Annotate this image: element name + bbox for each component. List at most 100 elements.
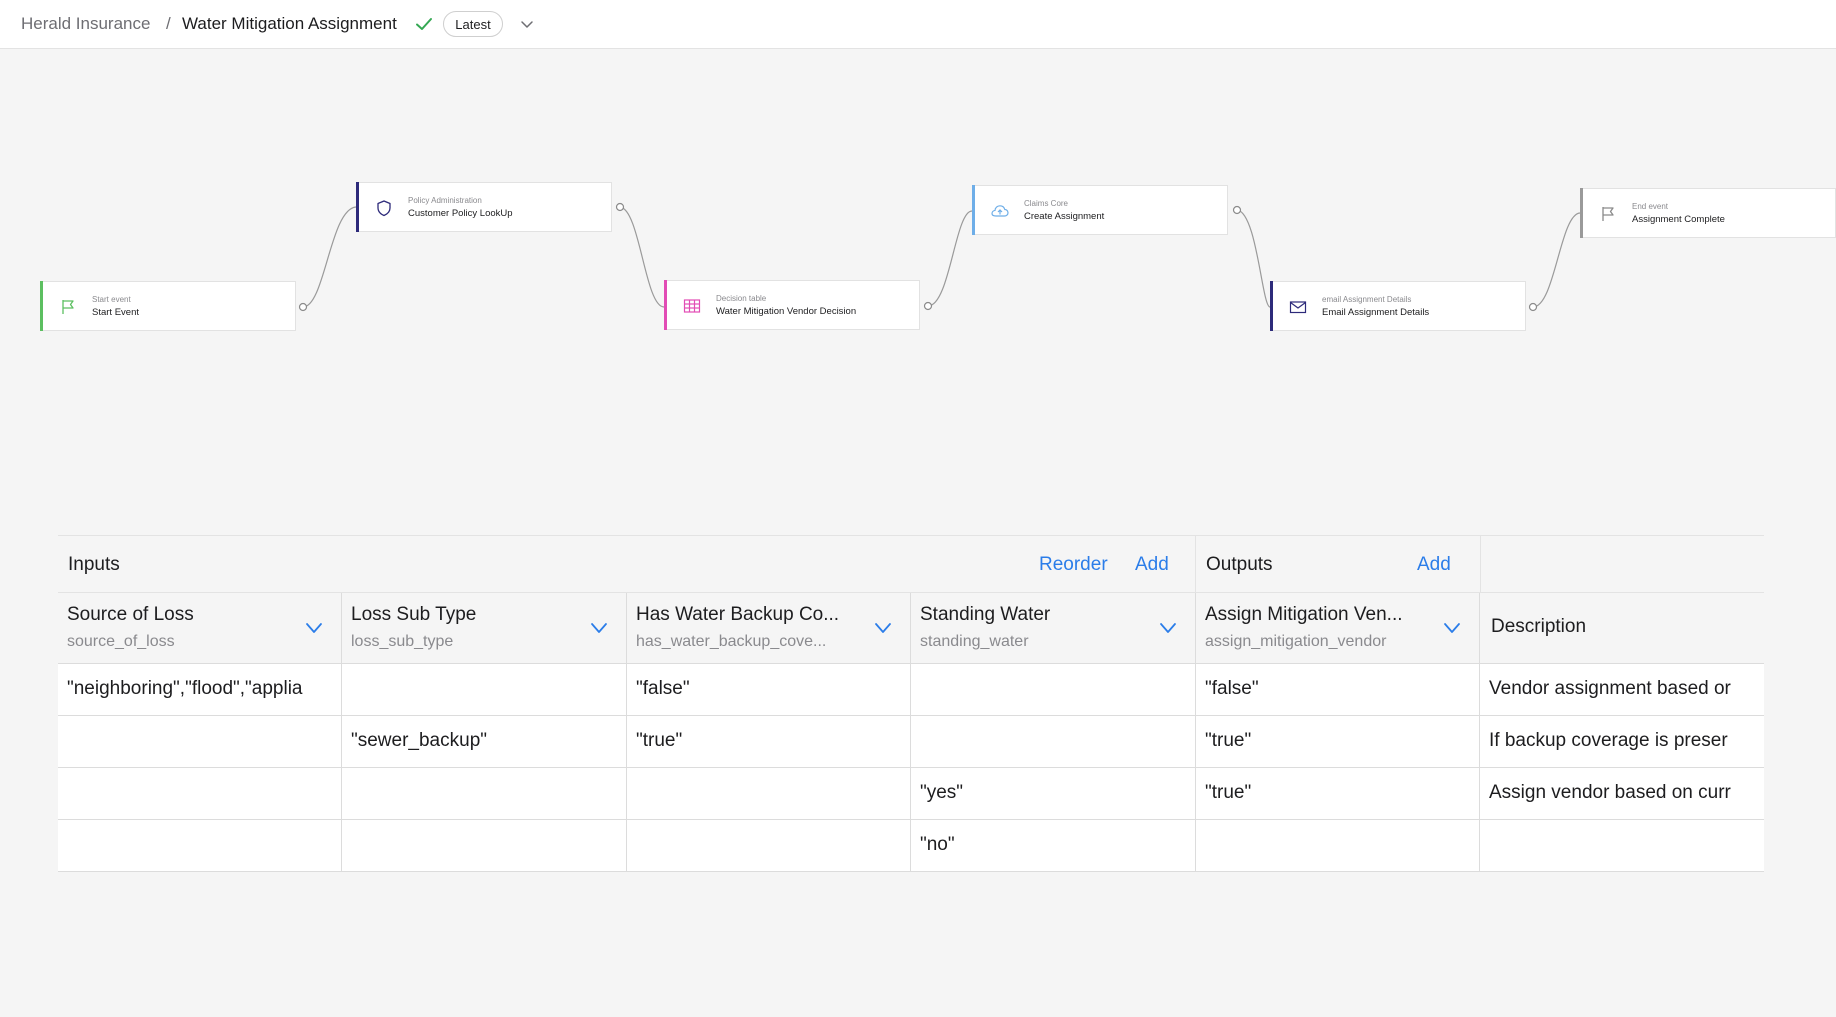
table-row: "neighboring","flood","applia "false" "f… — [58, 664, 1764, 716]
cell-value: If backup coverage is preser — [1489, 730, 1728, 751]
column-header-row: Source of Loss source_of_loss Loss Sub T… — [58, 593, 1764, 664]
shield-icon — [377, 200, 391, 217]
node-accent-bar — [40, 281, 43, 331]
check-icon — [416, 18, 432, 30]
node-type: Decision table — [716, 294, 767, 303]
node-name: Customer Policy LookUp — [408, 208, 513, 219]
node-accent-bar — [1270, 281, 1273, 331]
table-cell[interactable]: "false" — [1196, 664, 1480, 715]
cell-value: "false" — [1205, 678, 1259, 699]
table-cell[interactable] — [58, 768, 342, 819]
table-cell[interactable] — [911, 664, 1196, 715]
node-type: Start event — [92, 295, 131, 304]
node-accent-bar — [664, 280, 667, 330]
column-header-loss-sub-type[interactable]: Loss Sub Type loss_sub_type — [342, 593, 627, 663]
table-cell[interactable] — [58, 716, 342, 767]
table-cell[interactable]: "true" — [1196, 716, 1480, 767]
cell-value: "no" — [920, 834, 955, 855]
flow-node-email-details[interactable]: email Assignment Details Email Assignmen… — [1270, 281, 1526, 331]
node-type: email Assignment Details — [1322, 295, 1412, 304]
table-cell[interactable]: "false" — [627, 664, 911, 715]
table-cell[interactable]: Assign vendor based on curr — [1480, 768, 1764, 819]
chevron-down-icon[interactable] — [1159, 619, 1177, 637]
table-cell[interactable] — [1480, 820, 1764, 871]
table-cell[interactable]: Vendor assignment based or — [1480, 664, 1764, 715]
column-header-source-of-loss[interactable]: Source of Loss source_of_loss — [58, 593, 342, 663]
table-cell[interactable] — [58, 820, 342, 871]
node-accent-bar — [356, 182, 359, 232]
flow-node-policy-lookup[interactable]: Policy Administration Customer Policy Lo… — [356, 182, 612, 232]
flow-node-start[interactable]: Start event Start Event — [40, 281, 296, 331]
cell-value: "sewer_backup" — [351, 730, 488, 751]
table-cell[interactable]: "true" — [1196, 768, 1480, 819]
chevron-down-icon[interactable] — [305, 619, 323, 637]
breadcrumb-separator: / — [166, 14, 171, 33]
table-cell[interactable] — [1196, 820, 1480, 871]
table-row: "no" — [58, 820, 1764, 872]
table-row: "yes" "true" Assign vendor based on curr — [58, 768, 1764, 820]
table-cell[interactable]: "sewer_backup" — [342, 716, 627, 767]
column-name: Description — [1491, 616, 1587, 637]
inputs-section: Inputs Reorder Add — [58, 536, 1196, 592]
node-accent-bar — [1580, 188, 1583, 238]
table-section-header: Inputs Reorder Add Outputs Add — [58, 536, 1764, 593]
outputs-title: Outputs — [1206, 554, 1273, 575]
column-header-assign-mitigation-vendor[interactable]: Assign Mitigation Ven... assign_mitigati… — [1196, 593, 1480, 663]
cell-value: Vendor assignment based or — [1489, 678, 1731, 699]
table-cell[interactable]: If backup coverage is preser — [1480, 716, 1764, 767]
column-expression: standing_water — [920, 633, 1029, 650]
decision-table: Inputs Reorder Add Outputs Add Source of… — [58, 535, 1764, 872]
top-bar: Herald Insurance / Water Mitigation Assi… — [0, 0, 1836, 49]
column-name: Loss Sub Type — [351, 604, 477, 625]
cell-value: "true" — [636, 730, 683, 751]
table-cell[interactable]: "yes" — [911, 768, 1196, 819]
column-expression: has_water_backup_cove... — [636, 633, 827, 650]
cell-value: "true" — [1205, 782, 1252, 803]
table-cell[interactable] — [342, 768, 627, 819]
column-name: Source of Loss — [67, 604, 194, 625]
chevron-down-icon[interactable] — [519, 16, 535, 32]
flow-canvas[interactable]: Start event Start Event Policy Administr… — [0, 49, 1836, 519]
version-badge[interactable]: Latest — [443, 11, 503, 37]
table-cell[interactable]: "neighboring","flood","applia — [58, 664, 342, 715]
chevron-down-icon[interactable] — [874, 619, 892, 637]
node-name: Water Mitigation Vendor Decision — [716, 306, 857, 317]
cell-value: Assign vendor based on curr — [1489, 782, 1731, 803]
add-input-button[interactable]: Add — [1135, 554, 1169, 576]
cell-value: "true" — [1205, 730, 1252, 751]
table-cell[interactable] — [342, 664, 627, 715]
node-name: Assignment Complete — [1632, 214, 1725, 225]
table-cell[interactable] — [342, 820, 627, 871]
chevron-down-icon[interactable] — [1443, 619, 1461, 637]
node-accent-bar — [972, 185, 975, 235]
breadcrumb-root[interactable]: Herald Insurance — [21, 14, 150, 34]
node-type: Policy Administration — [408, 196, 482, 205]
cell-value: "yes" — [920, 782, 964, 803]
flow-node-end[interactable]: End event Assignment Complete — [1580, 188, 1836, 238]
flag-icon — [62, 300, 74, 314]
column-name: Assign Mitigation Ven... — [1205, 604, 1403, 625]
table-cell[interactable]: "true" — [627, 716, 911, 767]
flow-node-decision-table[interactable]: Decision table Water Mitigation Vendor D… — [664, 280, 920, 330]
cloud-icon — [991, 205, 1009, 217]
cell-value: "neighboring","flood","applia — [67, 678, 303, 699]
cell-value: "false" — [636, 678, 690, 699]
column-expression: source_of_loss — [67, 633, 175, 650]
table-cell[interactable] — [911, 716, 1196, 767]
column-header-description: Description — [1480, 593, 1764, 663]
column-header-standing-water[interactable]: Standing Water standing_water — [911, 593, 1196, 663]
chevron-down-icon[interactable] — [590, 619, 608, 637]
node-name: Email Assignment Details — [1322, 307, 1430, 318]
column-expression: assign_mitigation_vendor — [1205, 633, 1387, 650]
table-cell[interactable]: "no" — [911, 820, 1196, 871]
column-expression: loss_sub_type — [351, 633, 454, 650]
add-output-button[interactable]: Add — [1417, 554, 1451, 576]
table-cell[interactable] — [627, 768, 911, 819]
column-header-has-water-backup[interactable]: Has Water Backup Co... has_water_backup_… — [627, 593, 911, 663]
flow-node-create-assignment[interactable]: Claims Core Create Assignment — [972, 185, 1228, 235]
reorder-button[interactable]: Reorder — [1039, 554, 1108, 576]
table-icon — [683, 299, 701, 313]
table-cell[interactable] — [627, 820, 911, 871]
node-name: Create Assignment — [1024, 211, 1105, 222]
page-title: Water Mitigation Assignment — [182, 14, 397, 33]
